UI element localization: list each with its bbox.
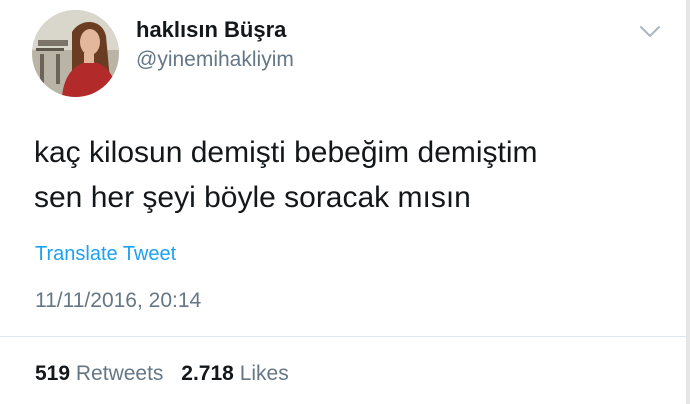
likes-label: Likes	[239, 362, 289, 385]
avatar[interactable]	[32, 10, 119, 97]
retweets-count: 519	[35, 362, 71, 385]
translate-tweet-link[interactable]: Translate Tweet	[35, 243, 176, 266]
screen-edge	[686, 0, 690, 404]
display-name[interactable]: haklısın Büşra	[136, 17, 286, 43]
tweet-text-line: kaç kilosun demişti bebeğim demiştim	[34, 136, 538, 169]
profile-photo	[32, 10, 119, 97]
likes-stat[interactable]: 2.718 Likes	[181, 362, 288, 386]
user-handle[interactable]: @yinemihakliyim	[136, 48, 294, 72]
tweet-text-line: sen her şeyi böyle soracak mısın	[34, 181, 471, 214]
chevron-down-icon[interactable]	[639, 24, 661, 40]
tweet-text: kaç kilosun demişti bebeğim demiştim sen…	[34, 130, 674, 220]
retweets-stat[interactable]: 519 Retweets	[35, 362, 163, 386]
likes-count: 2.718	[181, 362, 234, 385]
tweet-timestamp: 11/11/2016, 20:14	[35, 289, 202, 312]
tweet-stats: 519 Retweets 2.718 Likes	[35, 362, 289, 386]
divider	[0, 336, 690, 337]
retweets-label: Retweets	[75, 362, 164, 385]
